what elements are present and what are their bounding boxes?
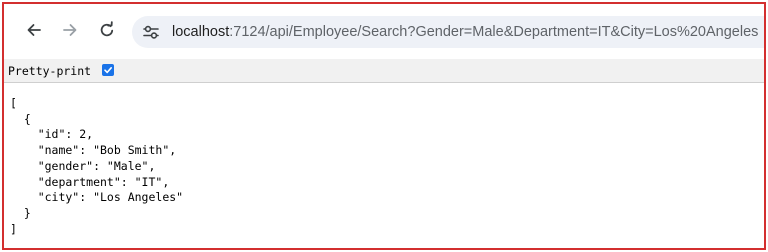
- json-line: "id": 2,: [10, 127, 94, 142]
- site-info-button[interactable]: [140, 21, 162, 43]
- json-close-brace: }: [10, 205, 31, 220]
- reload-button[interactable]: [95, 18, 119, 42]
- screenshot-frame: localhost:7124/api/Employee/Search?Gende…: [2, 2, 766, 250]
- forward-button[interactable]: [58, 18, 82, 42]
- pretty-print-label: Pretty-print: [8, 64, 92, 78]
- arrow-right-icon: [63, 24, 77, 36]
- reload-icon: [100, 21, 114, 37]
- checkmark-icon: [104, 67, 112, 74]
- url-host: localhost: [172, 24, 230, 40]
- json-line: "name": "Bob Smith",: [10, 143, 177, 158]
- json-open-brace: {: [10, 111, 31, 126]
- back-button[interactable]: [22, 18, 46, 42]
- url-text[interactable]: localhost:7124/api/Employee/Search?Gende…: [172, 16, 758, 48]
- json-output: [ { "id": 2, "name": "Bob Smith", "gende…: [10, 96, 183, 237]
- json-close-bracket: ]: [10, 221, 17, 236]
- url-path: :7124/api/Employee/Search?Gender=Male&De…: [229, 24, 759, 40]
- json-open-bracket: [: [10, 96, 17, 110]
- address-bar[interactable]: localhost:7124/api/Employee/Search?Gende…: [132, 16, 764, 48]
- pretty-print-checkbox[interactable]: [102, 64, 114, 76]
- browser-toolbar: localhost:7124/api/Employee/Search?Gende…: [4, 4, 764, 59]
- arrow-left-icon: [27, 24, 41, 36]
- pretty-print-bar: Pretty-print: [4, 59, 764, 83]
- json-line: "city": "Los Angeles": [10, 190, 184, 205]
- tune-icon: [143, 25, 159, 39]
- json-line: "department": "IT",: [10, 174, 170, 189]
- json-line: "gender": "Male",: [10, 158, 156, 173]
